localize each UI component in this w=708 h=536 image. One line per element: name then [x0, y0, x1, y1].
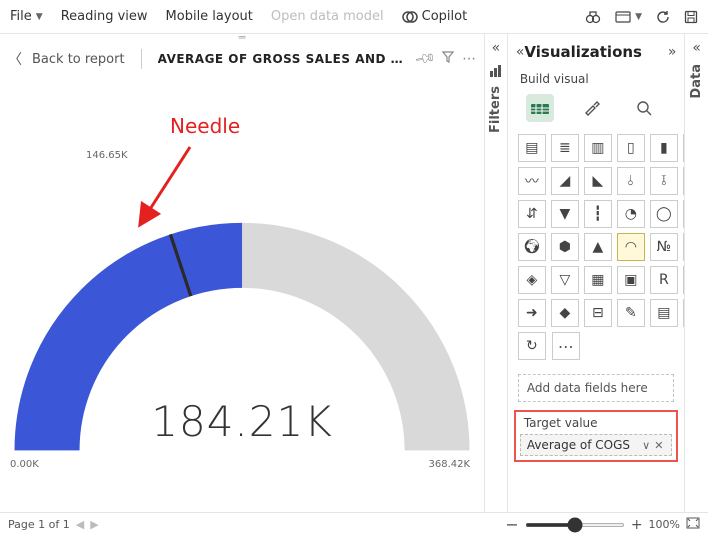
zoom-out-button[interactable]: −	[505, 515, 518, 534]
page-prev-icon[interactable]: ◀	[76, 518, 84, 531]
gauge-needle-value: 146.65K	[86, 150, 128, 161]
gauge-min-label: 0.00K	[10, 459, 39, 470]
more-options-icon[interactable]: ⋯	[462, 51, 476, 67]
app-toolbar: File ▼ Reading view Mobile layout Open d…	[0, 0, 708, 34]
visualizations-pane: « Visualizations » Build visual ▤≣▥▯▮⫿〰◢…	[508, 34, 686, 512]
viz-pane-subtitle: Build visual	[508, 70, 685, 94]
gauge-max-label: 368.42K	[429, 459, 471, 470]
target-value-label: Target value	[520, 416, 673, 434]
binoculars-icon[interactable]	[585, 9, 601, 25]
file-menu-label: File	[10, 9, 32, 24]
viz-type-filled-map[interactable]: ⬢	[551, 233, 579, 261]
filters-pane-collapsed[interactable]: « Filters	[485, 34, 508, 512]
viz-type-pie[interactable]: ◔	[617, 200, 645, 228]
format-visual-tab[interactable]	[578, 94, 606, 122]
add-data-fields-well[interactable]: Add data fields here	[518, 374, 675, 402]
viz-type-custom[interactable]: ↻	[518, 332, 546, 360]
bar-chart-icon	[489, 64, 503, 78]
pin-icon[interactable]: 📌︎	[413, 47, 437, 70]
back-label: Back to report	[32, 52, 125, 67]
viz-type-line[interactable]: 〰	[518, 167, 546, 195]
page-indicator: Page 1 of 1	[8, 518, 70, 531]
view-menu[interactable]: ▼	[615, 11, 642, 23]
status-bar: Page 1 of 1 ◀ ▶ − + 100%	[0, 512, 708, 536]
viz-type-scatter[interactable]: ┇	[584, 200, 612, 228]
gauge-center-value: 184.21K	[0, 397, 484, 446]
file-menu[interactable]: File ▼	[10, 9, 43, 24]
filter-icon[interactable]	[442, 51, 454, 67]
viz-type-bar-stacked[interactable]: ▤	[518, 134, 546, 162]
viz-more-options[interactable]: ⋯	[552, 332, 580, 360]
viz-type-table[interactable]: ▦	[584, 266, 612, 294]
zoom-slider[interactable]	[525, 523, 625, 527]
page-next-icon[interactable]: ▶	[90, 518, 98, 531]
target-value-highlight: Target value Average of COGS ∨ ✕	[514, 410, 679, 462]
field-remove-icon[interactable]: ✕	[652, 439, 665, 452]
gauge-visual[interactable]: Needle 146.65K 184.21K 0.00K 368.42K	[0, 76, 484, 512]
viz-type-area-stacked[interactable]: ◣	[584, 167, 612, 195]
zoom-in-button[interactable]: +	[631, 517, 643, 533]
viz-type-bullet[interactable]: ⊟	[584, 299, 612, 327]
report-canvas: ═ 〈 Back to report AVERAGE OF GROSS SALE…	[0, 34, 485, 512]
data-title: Data	[689, 64, 704, 99]
build-visual-tab[interactable]	[526, 94, 554, 122]
copilot-icon	[402, 9, 418, 25]
viz-type-card-num[interactable]: №	[650, 233, 678, 261]
copilot-button[interactable]: Copilot	[402, 9, 468, 25]
viz-type-col-clustered[interactable]: ▮	[650, 134, 678, 162]
collapse-viz-icon[interactable]: «	[516, 44, 525, 60]
viz-type-arrow[interactable]: ➜	[518, 299, 546, 327]
open-data-model-button: Open data model	[271, 9, 384, 24]
viz-type-bar-clustered[interactable]: ≣	[551, 134, 579, 162]
back-to-report-button[interactable]: 〈 Back to report	[8, 49, 125, 69]
viz-type-r[interactable]: R	[650, 266, 678, 294]
divider	[141, 49, 142, 69]
viz-type-powerapps[interactable]: ◆	[551, 299, 579, 327]
data-pane-collapsed[interactable]: « Data	[685, 34, 708, 512]
viz-type-funnel[interactable]: ▼	[551, 200, 579, 228]
target-value-text: Average of COGS	[527, 438, 630, 452]
viz-type-area[interactable]: ◢	[551, 167, 579, 195]
viz-type-paginated[interactable]: ▤	[650, 299, 678, 327]
viz-pane-title: Visualizations	[524, 43, 667, 61]
target-value-field[interactable]: Average of COGS ∨ ✕	[520, 434, 673, 456]
mobile-layout-button[interactable]: Mobile layout	[166, 9, 253, 24]
viz-type-donut[interactable]: ◯	[650, 200, 678, 228]
chevron-down-icon: ▼	[635, 12, 642, 22]
filters-title: Filters	[488, 86, 503, 133]
fit-page-icon[interactable]	[686, 517, 700, 532]
viz-type-bar-100[interactable]: ▥	[584, 134, 612, 162]
viz-type-waterfall[interactable]: ⇵	[518, 200, 546, 228]
expand-filters-icon[interactable]: «	[492, 40, 501, 56]
viz-type-line-col2[interactable]: ⫱	[650, 167, 678, 195]
viz-type-slicer[interactable]: ▽	[551, 266, 579, 294]
annotation-needle-label: Needle	[170, 114, 240, 138]
copilot-label: Copilot	[422, 9, 468, 24]
expand-viz-icon[interactable]: »	[668, 44, 677, 60]
viz-type-matrix[interactable]: ▣	[617, 266, 645, 294]
viz-type-gauge[interactable]: ◠	[617, 233, 645, 261]
reading-view-button[interactable]: Reading view	[61, 9, 148, 24]
refresh-button[interactable]	[656, 10, 670, 24]
chevron-down-icon: ▼	[36, 12, 43, 22]
viz-type-map[interactable]: 🌍︎	[518, 233, 546, 261]
viz-type-azure-map[interactable]: ▲	[584, 233, 612, 261]
viz-type-col-stacked[interactable]: ▯	[617, 134, 645, 162]
field-menu-chevron-icon[interactable]: ∨	[640, 439, 652, 452]
viz-type-kpi[interactable]: ◈	[518, 266, 546, 294]
save-button[interactable]	[684, 10, 698, 24]
back-arrow-icon: 〈	[8, 49, 22, 69]
analytics-tab[interactable]	[630, 94, 658, 122]
viz-type-line-col[interactable]: ⫰	[617, 167, 645, 195]
viz-type-narrative[interactable]: ✎	[617, 299, 645, 327]
expand-data-icon[interactable]: «	[692, 40, 701, 56]
visualization-type-grid: ▤≣▥▯▮⫿〰◢◣⫰⫱≋⇵▼┇◔◯▦🌍︎⬢▲◠№▭◈▽▦▣RPy➜◆⊟✎▤✦↻⋯	[508, 128, 685, 366]
zoom-value: 100%	[649, 518, 680, 531]
visual-title: AVERAGE OF GROSS SALES AND AVERAG...	[158, 52, 411, 66]
